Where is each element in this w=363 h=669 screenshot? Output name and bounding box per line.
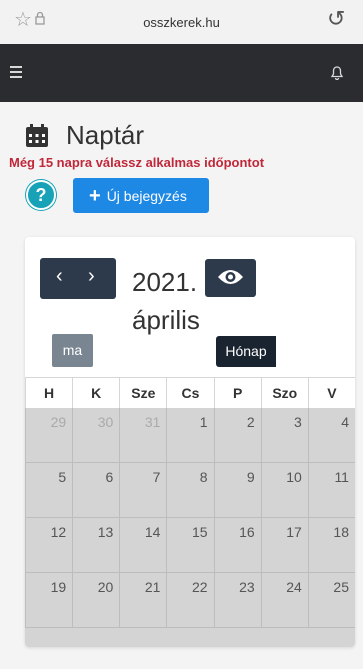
plus-icon: + — [89, 185, 101, 207]
remaining-days-notice: Még 15 napra válassz alkalmas időpontot — [9, 155, 265, 170]
weekday-header: P — [213, 378, 261, 408]
calendar-day-cell[interactable]: 6 — [72, 463, 120, 518]
calendar-day-cell[interactable]: 31 — [119, 408, 167, 463]
calendar-day-cell[interactable]: 17 — [260, 518, 308, 573]
calendar-day-cell[interactable]: 25 — [307, 573, 355, 628]
calendar-day-cell[interactable]: 18 — [307, 518, 355, 573]
help-icon[interactable]: ? — [26, 180, 56, 210]
calendar-day-cell[interactable]: 12 — [25, 518, 73, 573]
bell-icon[interactable] — [331, 66, 343, 80]
app-header — [0, 44, 363, 102]
calendar-day-cell[interactable]: 30 — [72, 408, 120, 463]
previous-month-button[interactable]: ‹ — [56, 265, 63, 288]
calendar-day-cell[interactable]: 19 — [25, 573, 73, 628]
calendar-day-cell[interactable]: 21 — [119, 573, 167, 628]
weekday-header: Cs — [166, 378, 213, 408]
calendar-day-cell[interactable]: 24 — [260, 573, 308, 628]
calendar-month: április — [132, 305, 200, 335]
calendar-day-cell[interactable]: 29 — [25, 408, 73, 463]
new-entry-button[interactable]: + Új bejegyzés — [73, 178, 209, 213]
view-week-button[interactable]: Hét — [276, 336, 318, 367]
weekday-header: H — [25, 378, 72, 408]
calendar-day-cell[interactable]: 11 — [307, 463, 355, 518]
calendar-day-cell[interactable]: 3 — [260, 408, 308, 463]
month-navigation: ‹ › — [40, 258, 116, 299]
view-day-button[interactable]: Nap — [318, 336, 355, 367]
calendar-day-cell[interactable]: 23 — [213, 573, 261, 628]
calendar-day-cell[interactable]: 2 — [213, 408, 261, 463]
browser-bar: ☆ osszkerek.hu ↺ — [0, 0, 363, 44]
calendar-card: ‹ › ma 2021. április Hónap Hét Nap H K Sze… — [25, 237, 355, 647]
url-text[interactable]: osszkerek.hu — [0, 15, 363, 30]
reload-icon[interactable]: ↺ — [327, 8, 345, 30]
calendar-day-cell[interactable]: 16 — [213, 518, 261, 573]
calendar-day-cell[interactable]: 1 — [166, 408, 214, 463]
calendar-day-cell[interactable]: 22 — [166, 573, 214, 628]
calendar-day-cell[interactable]: 4 — [307, 408, 355, 463]
calendar-day-cell[interactable]: 9 — [213, 463, 261, 518]
today-button[interactable]: ma — [52, 334, 93, 367]
weekday-header: V — [307, 378, 355, 408]
calendar-day-cell[interactable]: 15 — [166, 518, 214, 573]
calendar-day-cell[interactable]: 20 — [72, 573, 120, 628]
menu-icon[interactable] — [10, 66, 22, 79]
calendar-year: 2021. — [132, 267, 198, 297]
weekday-header-row: H K Sze Cs P Szo V — [25, 377, 355, 408]
calendar-day-cell[interactable]: 7 — [119, 463, 167, 518]
calendar-icon — [26, 124, 48, 147]
month-grid: 29 30 31 1 2 3 4 5 6 7 8 9 10 11 12 13 14 15 16 17 18 19 20 21 2… — [25, 408, 355, 647]
page-title: Naptár — [66, 120, 145, 150]
calendar-day-cell[interactable]: 10 — [260, 463, 308, 518]
new-entry-label: Új bejegyzés — [106, 188, 187, 204]
weekday-header: Sze — [119, 378, 166, 408]
weekday-header: K — [72, 378, 119, 408]
calendar-day-cell[interactable]: 8 — [166, 463, 214, 518]
calendar-day-cell[interactable]: 13 — [72, 518, 120, 573]
visibility-button[interactable] — [205, 259, 256, 297]
weekday-header: Szo — [260, 378, 308, 408]
view-month-button[interactable]: Hónap — [216, 336, 276, 367]
calendar-day-cell[interactable]: 14 — [119, 518, 167, 573]
eye-icon — [218, 270, 243, 284]
calendar-day-cell[interactable]: 5 — [25, 463, 73, 518]
next-month-button[interactable]: › — [88, 265, 95, 288]
